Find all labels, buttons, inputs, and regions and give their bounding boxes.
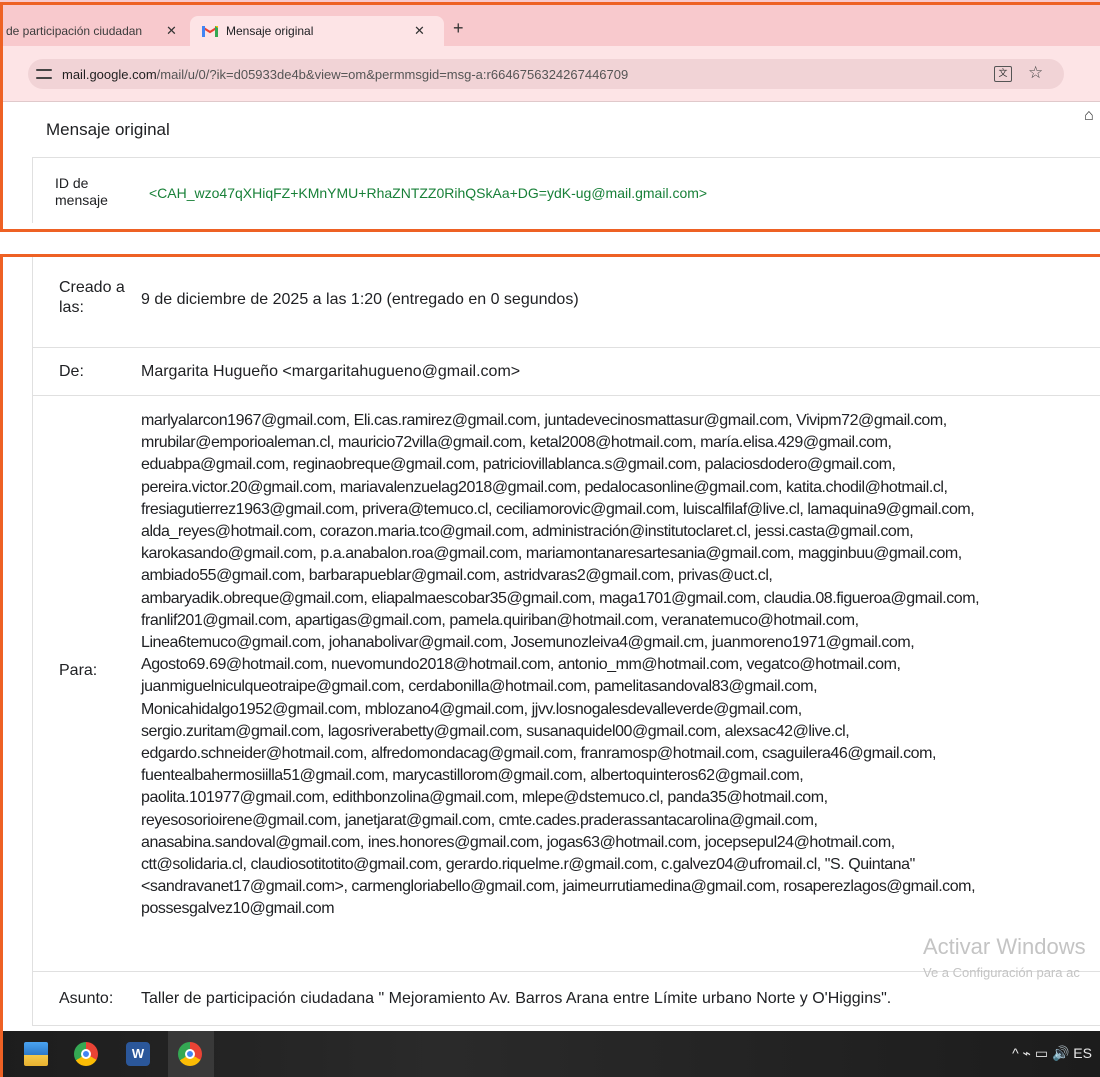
headers-table: Creado a las: 9 de diciembre de 2025 a l…	[32, 254, 1100, 1026]
word-icon[interactable]: W	[126, 1042, 150, 1066]
to-recipient-line: reyesosorioirene@gmail.com, janetjarat@g…	[141, 811, 818, 829]
chrome-profile-icon[interactable]	[74, 1042, 98, 1066]
windows-activation-watermark: Activar Windows	[923, 934, 1086, 959]
chrome-icon[interactable]	[178, 1042, 202, 1066]
to-recipient-line: ambaryadik.obreque@gmail.com, eliapalmae…	[141, 589, 980, 607]
tab-participacion[interactable]: de participación ciudadan ✕	[0, 16, 188, 46]
to-recipient-line: alda_reyes@hotmail.com, corazon.maria.tc…	[141, 523, 914, 540]
message-id-row: ID de mensaje <CAH_wzo47qXHiqFZ+KMnYMU+R…	[32, 157, 1100, 223]
to-recipient-line: franlif201@gmail.com, apartigas@gmail.co…	[141, 611, 859, 629]
to-recipient-line: mrubilar@emporioaleman.cl, mauricio72vil…	[141, 434, 892, 452]
created-value: 9 de diciembre de 2025 a las 1:20 (entre…	[141, 291, 579, 308]
to-recipient-line: possesgalvez10@gmail.com	[141, 900, 335, 918]
to-recipient-line: ctt@solidaria.cl, claudiosotitotito@gmai…	[141, 856, 915, 873]
to-recipient-line: <sandravanet17@gmail.com>, carmengloriab…	[141, 878, 976, 896]
windows-taskbar: W ^ ⌁ ▭ 🔊 ES	[0, 1031, 1100, 1077]
to-recipient-line: fuentealbahermosiilla51@gmail.com, maryc…	[141, 767, 804, 785]
bookmark-star-icon[interactable]: ☆	[1028, 63, 1043, 83]
to-recipient-line: Monicahidalgo1952@gmail.com, mblozano4@g…	[141, 700, 802, 718]
from-value: Margarita Hugueño <margaritahugueno@gmai…	[141, 363, 521, 380]
to-recipient-line: Agosto69.69@hotmail.com, nuevomundo2018@…	[141, 656, 901, 674]
site-settings-icon[interactable]	[36, 66, 52, 82]
tab-close-icon[interactable]: ✕	[414, 23, 425, 39]
translate-icon[interactable]: 文	[994, 66, 1012, 82]
to-recipient-line: karokasando@gmail.com, p.a.anabalon.roa@…	[141, 545, 962, 563]
extensions-icon[interactable]: ⌂	[1084, 107, 1094, 125]
tab-label: de participación ciudadan	[6, 24, 143, 38]
to-recipient-line: paolita.101977@gmail.com, edithbonzolina…	[141, 789, 828, 807]
to-recipient-line: Linea6temuco@gmail.com, johanabolivar@gm…	[141, 634, 915, 651]
to-recipient-line: fresiagutierrez1963@gmail.com, privera@t…	[141, 500, 975, 518]
browser-tab-strip: de participación ciudadan ✕ Mensaje orig…	[0, 0, 1100, 46]
from-label: De:	[59, 363, 84, 380]
message-id-label: ID de mensaje	[55, 175, 108, 208]
header-row-to: Para: marlyalarcon1967@gmail.com, Eli.ca…	[33, 395, 1100, 971]
message-id-value: <CAH_wzo47qXHiqFZ+KMnYMU+RhaZNTZZ0RihQSk…	[149, 185, 708, 201]
system-tray[interactable]: ^ ⌁ ▭ 🔊 ES	[1012, 1045, 1092, 1062]
top-screenshot-panel: de participación ciudadan ✕ Mensaje orig…	[0, 0, 1100, 232]
tab-mensaje-original[interactable]: Mensaje original ✕	[190, 16, 444, 46]
bottom-screenshot-panel: Creado a las: 9 de diciembre de 2025 a l…	[0, 254, 1100, 1077]
to-recipient-line: eduabpa@gmail.com, reginaobreque@gmail.c…	[141, 456, 896, 474]
gmail-icon	[201, 25, 219, 37]
to-recipient-line: edgardo.schneider@hotmail.com, alfredomo…	[141, 745, 936, 762]
to-recipient-line: ambiado55@gmail.com, barbarapueblar@gmai…	[141, 567, 773, 585]
new-tab-button[interactable]: +	[453, 18, 464, 39]
windows-activation-subtext: Ve a Configuración para ac	[923, 965, 1080, 980]
to-recipient-line: pereira.victor.20@gmail.com, mariavalenz…	[141, 478, 948, 496]
to-recipient-line: sergio.zuritam@gmail.com, lagosriverabet…	[141, 722, 850, 740]
tab-close-icon[interactable]: ✕	[166, 23, 177, 39]
header-row-created: Creado a las: 9 de diciembre de 2025 a l…	[33, 255, 1100, 347]
url-text: mail.google.com/mail/u/0/?ik=d05933de4b&…	[62, 66, 629, 82]
to-recipient-line: anasabina.sandoval@gmail.com, ines.honor…	[141, 833, 895, 851]
subject-label: Asunto:	[59, 990, 114, 1007]
to-label: Para:	[59, 662, 98, 679]
tab-label: Mensaje original	[226, 24, 314, 38]
subject-value: Taller de participación ciudadana " Mejo…	[141, 990, 892, 1007]
to-recipient-line: juanmiguelniculqueotraipe@gmail.com, cer…	[141, 678, 818, 696]
url-input[interactable]: mail.google.com/mail/u/0/?ik=d05933de4b&…	[28, 59, 1064, 89]
to-recipient-line: marlyalarcon1967@gmail.com, Eli.cas.rami…	[141, 412, 947, 429]
page-title: Mensaje original	[46, 120, 170, 139]
header-row-from: De: Margarita Hugueño <margaritahugueno@…	[33, 347, 1100, 395]
file-explorer-icon[interactable]	[24, 1042, 48, 1066]
address-bar-area: mail.google.com/mail/u/0/?ik=d05933de4b&…	[0, 46, 1100, 124]
created-label: Creado a las:	[59, 279, 125, 316]
